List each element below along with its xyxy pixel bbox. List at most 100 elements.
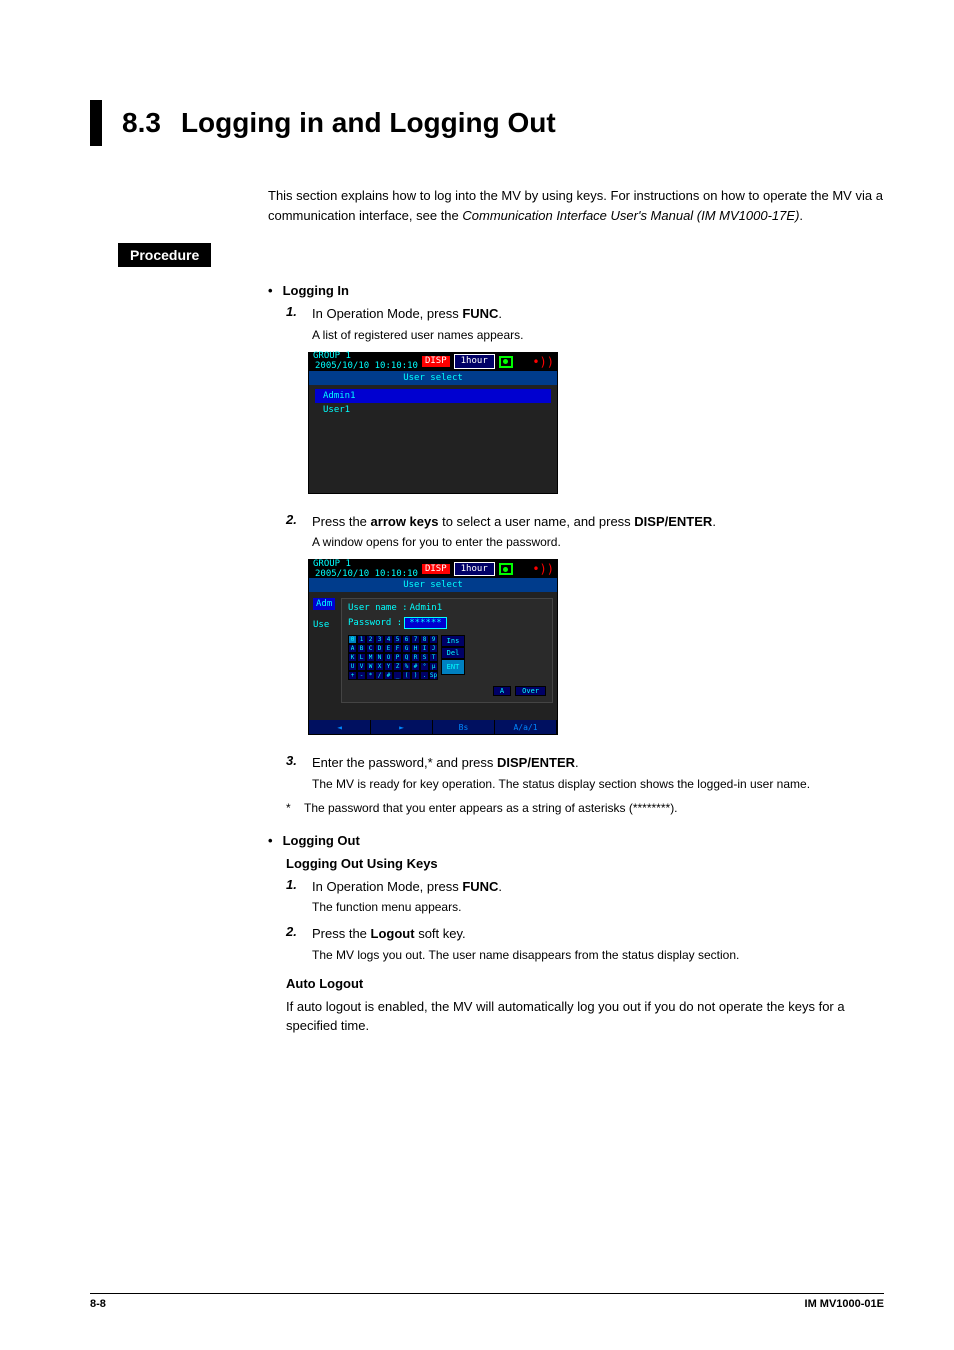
key-/[interactable]: /: [375, 671, 384, 680]
del-button[interactable]: Del: [441, 647, 465, 659]
ins-button[interactable]: Ins: [441, 635, 465, 647]
user-item-selected[interactable]: Admin1: [315, 389, 551, 403]
user-item[interactable]: User1: [315, 403, 551, 417]
shot-bar: User select: [309, 371, 557, 385]
key-L[interactable]: L: [357, 653, 366, 662]
ent-button[interactable]: ENT: [441, 659, 465, 675]
record-icon: [499, 356, 513, 368]
step-body: Enter the password,* and press DISP/ENTE…: [312, 753, 884, 793]
key-G[interactable]: G: [402, 644, 411, 653]
status-row: A Over: [348, 686, 546, 696]
key-Z[interactable]: Z: [393, 662, 402, 671]
key-M[interactable]: M: [366, 653, 375, 662]
key-#[interactable]: #: [411, 662, 420, 671]
key-0[interactable]: 0: [348, 635, 357, 644]
key-Y[interactable]: Y: [384, 662, 393, 671]
intro-text-italic: Communication Interface User's Manual (I…: [462, 208, 799, 223]
shot-group: GROUP 1 2005/10/10 10:10:10: [313, 560, 418, 579]
key-4[interactable]: 4: [384, 635, 393, 644]
key-A[interactable]: A: [348, 644, 357, 653]
fk-mode[interactable]: A/a/1: [495, 720, 557, 734]
title-bar: [90, 100, 102, 146]
key-B[interactable]: B: [357, 644, 366, 653]
key-)[interactable]: ): [411, 671, 420, 680]
step-text: .: [498, 879, 502, 894]
key-X[interactable]: X: [375, 662, 384, 671]
key-H[interactable]: H: [411, 644, 420, 653]
step-number: 3.: [286, 753, 302, 793]
key-Sp[interactable]: Sp: [429, 671, 438, 680]
step-body: Press the Logout soft key. The MV logs y…: [312, 924, 884, 964]
step-small: The MV is ready for key operation. The s…: [312, 775, 884, 793]
key-2[interactable]: 2: [366, 635, 375, 644]
step-bold: DISP/ENTER: [497, 755, 575, 770]
key-7[interactable]: 7: [411, 635, 420, 644]
logging-in-heading: Logging In: [283, 283, 349, 298]
content: • Logging In 1. In Operation Mode, press…: [268, 283, 884, 1036]
key-O[interactable]: O: [384, 653, 393, 662]
shot-timestamp: 2005/10/10 10:10:10: [315, 361, 418, 371]
key-N[interactable]: N: [375, 653, 384, 662]
key-°[interactable]: °: [420, 662, 429, 671]
doc-id: IM MV1000-01E: [805, 1298, 884, 1310]
shot-timestamp: 2005/10/10 10:10:10: [315, 569, 418, 579]
password-row: Password : ******: [348, 617, 546, 629]
key-P[interactable]: P: [393, 653, 402, 662]
key-([interactable]: (: [402, 671, 411, 680]
step-text: soft key.: [415, 926, 466, 941]
inner-box: User name :Admin1 Password : ****** 0123…: [341, 598, 553, 703]
login-step-2: 2. Press the arrow keys to select a user…: [286, 512, 884, 552]
key-µ[interactable]: µ: [429, 662, 438, 671]
step-body: In Operation Mode, press FUNC. The funct…: [312, 877, 884, 917]
step-text: to select a user name, and press: [438, 514, 634, 529]
fk-left[interactable]: ◄: [309, 720, 371, 734]
page-footer: 8-8 IM MV1000-01E: [90, 1293, 884, 1310]
key-*[interactable]: *: [366, 671, 375, 680]
key-.[interactable]: .: [420, 671, 429, 680]
side-use: Use: [313, 620, 329, 630]
key-F[interactable]: F: [393, 644, 402, 653]
step-text: In Operation Mode, press: [312, 879, 462, 894]
key-V[interactable]: V: [357, 662, 366, 671]
key-C[interactable]: C: [366, 644, 375, 653]
step-text: .: [575, 755, 579, 770]
key-U[interactable]: U: [348, 662, 357, 671]
key-I[interactable]: I: [420, 644, 429, 653]
key--[interactable]: -: [357, 671, 366, 680]
auto-logout-heading: Auto Logout: [286, 976, 884, 991]
key-S[interactable]: S: [420, 653, 429, 662]
key-3[interactable]: 3: [375, 635, 384, 644]
step-body: Press the arrow keys to select a user na…: [312, 512, 884, 552]
shot-titlebar: GROUP 1 2005/10/10 10:10:10 DISP 1hour •…: [309, 560, 557, 578]
logging-out-heading: Logging Out: [283, 833, 360, 848]
key-+[interactable]: +: [348, 671, 357, 680]
key-5[interactable]: 5: [393, 635, 402, 644]
bullet-dot: •: [268, 833, 273, 848]
password-input[interactable]: ******: [404, 617, 447, 629]
key-%[interactable]: %: [402, 662, 411, 671]
key-J[interactable]: J: [429, 644, 438, 653]
key-_[interactable]: _: [393, 671, 402, 680]
key-#[interactable]: #: [384, 671, 393, 680]
procedure-label: Procedure: [118, 243, 211, 267]
key-1[interactable]: 1: [357, 635, 366, 644]
function-key-row: ◄ ► Bs A/a/1: [309, 720, 557, 734]
fk-bs[interactable]: Bs: [433, 720, 495, 734]
key-6[interactable]: 6: [402, 635, 411, 644]
key-K[interactable]: K: [348, 653, 357, 662]
key-R[interactable]: R: [411, 653, 420, 662]
key-W[interactable]: W: [366, 662, 375, 671]
key-8[interactable]: 8: [420, 635, 429, 644]
key-9[interactable]: 9: [429, 635, 438, 644]
shot-group: GROUP 1 2005/10/10 10:10:10: [313, 352, 418, 371]
key-Q[interactable]: Q: [402, 653, 411, 662]
key-T[interactable]: T: [429, 653, 438, 662]
intro-text-c: .: [799, 208, 803, 223]
step-text: Enter the password,* and press: [312, 755, 497, 770]
key-D[interactable]: D: [375, 644, 384, 653]
username-row: User name :Admin1: [348, 603, 546, 613]
shot-bar: User select: [309, 578, 557, 592]
key-E[interactable]: E: [384, 644, 393, 653]
fk-right[interactable]: ►: [371, 720, 433, 734]
auto-logout-text: If auto logout is enabled, the MV will a…: [286, 997, 884, 1036]
